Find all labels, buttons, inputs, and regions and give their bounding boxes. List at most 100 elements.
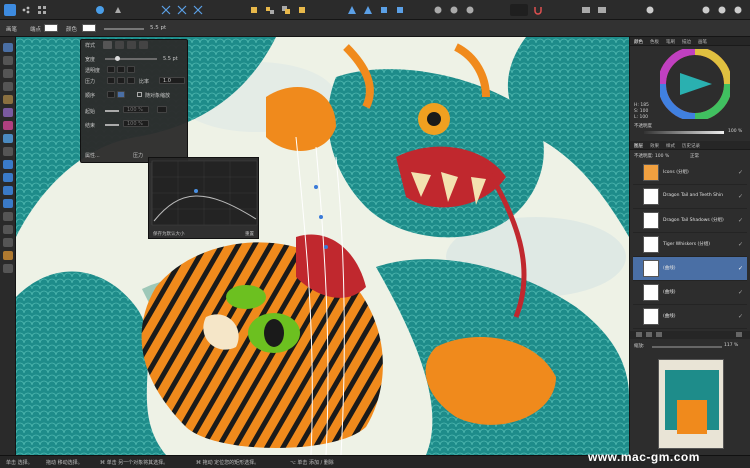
hand-tool-icon[interactable]	[3, 251, 13, 260]
end-arrow-icon[interactable]	[105, 124, 119, 126]
rectangle-tool-icon[interactable]	[3, 160, 13, 169]
layer-row[interactable]: Tiger Whiskers (分组) ✓	[633, 233, 747, 257]
scale-checkbox[interactable]	[137, 92, 142, 97]
cap-round-icon[interactable]	[117, 66, 125, 73]
tab-layers[interactable]: 图层	[634, 143, 643, 149]
persona-designer-icon[interactable]	[94, 4, 106, 16]
transform-icon[interactable]	[160, 4, 172, 16]
zoom-slider[interactable]	[652, 346, 722, 348]
style-tab[interactable]: 样式	[85, 42, 95, 49]
order-front-icon[interactable]	[117, 91, 125, 98]
order-behind-icon[interactable]	[107, 91, 115, 98]
zoom-value[interactable]: 117 %	[724, 343, 738, 348]
ratio-value[interactable]: 1.0	[163, 78, 171, 84]
width-knob[interactable]	[115, 56, 120, 61]
visibility-check-icon[interactable]: ✓	[738, 169, 743, 176]
layer-row[interactable]: (曲线) ✓	[633, 281, 747, 305]
visibility-check-icon[interactable]: ✓	[738, 217, 743, 224]
tab-brush[interactable]: 画笔	[698, 39, 707, 45]
blend-mode-select[interactable]: 正常	[690, 153, 699, 159]
join-bevel-icon[interactable]	[127, 77, 135, 84]
stroke-dash-icon[interactable]	[127, 41, 136, 49]
grid-icon[interactable]	[36, 4, 48, 16]
pen-tool-icon[interactable]	[3, 82, 13, 91]
size-value[interactable]: 5.5 pt	[150, 25, 166, 31]
node-tool-icon[interactable]	[3, 56, 13, 65]
corner-tool-icon[interactable]	[3, 69, 13, 78]
tab-styles[interactable]: 样式	[666, 143, 675, 149]
brush-tool-icon[interactable]	[3, 108, 13, 117]
opacity-slider[interactable]	[644, 131, 724, 134]
preview-icon[interactable]	[596, 4, 608, 16]
color-wheel[interactable]	[660, 49, 730, 119]
opacity-value[interactable]: 100 %	[728, 129, 742, 134]
layer-row-selected[interactable]: (曲线) ✓	[633, 257, 747, 281]
size-slider[interactable]	[104, 28, 144, 30]
vector-crop-tool-icon[interactable]	[3, 238, 13, 247]
stroke-swatch[interactable]	[44, 24, 58, 32]
stroke-solid-icon[interactable]	[115, 41, 124, 49]
align-icon[interactable]	[248, 4, 260, 16]
app-logo-icon[interactable]	[4, 4, 16, 16]
ellipse-tool-icon[interactable]	[3, 173, 13, 182]
fill-swatch[interactable]	[82, 24, 96, 32]
zoom-tool-icon[interactable]	[3, 264, 13, 273]
layer-row[interactable]: Dragon Tail and Teeth Shin ✓	[633, 185, 747, 209]
flip-horizontal-icon[interactable]	[346, 4, 358, 16]
add-layer-icon[interactable]	[636, 332, 642, 337]
boolean-intersect-icon[interactable]	[464, 4, 476, 16]
cap-square-icon[interactable]	[127, 66, 135, 73]
cap-butt-icon[interactable]	[107, 66, 115, 73]
move-tool-icon[interactable]	[3, 43, 13, 52]
share-icon[interactable]	[20, 4, 32, 16]
corner-icon[interactable]	[192, 4, 204, 16]
text-tool-icon[interactable]	[3, 212, 13, 221]
stroke-brush-icon[interactable]	[139, 41, 148, 49]
distribute-icon[interactable]	[264, 4, 276, 16]
navigator-thumbnail[interactable]	[658, 359, 724, 449]
pressure-curve-graph[interactable]	[150, 159, 259, 227]
delete-layer-icon[interactable]	[736, 332, 742, 337]
layer-opacity-label[interactable]: 不透明度: 100 %	[634, 153, 669, 159]
width-value[interactable]: 5.5 pt	[163, 56, 178, 62]
join-round-icon[interactable]	[117, 77, 125, 84]
join-miter-icon[interactable]	[107, 77, 115, 84]
transparency-tool-icon[interactable]	[3, 134, 13, 143]
visibility-check-icon[interactable]: ✓	[738, 289, 743, 296]
fill-tool-icon[interactable]	[3, 121, 13, 130]
persona-pixel-icon[interactable]	[112, 4, 124, 16]
tab-brushes[interactable]: 笔刷	[666, 39, 675, 45]
layer-row[interactable]: Icons (分组) ✓	[633, 161, 747, 185]
frame-text-tool-icon[interactable]	[3, 225, 13, 234]
tab-stroke[interactable]: 描边	[682, 39, 691, 45]
stroke-none-icon[interactable]	[103, 41, 112, 49]
user-icon[interactable]	[700, 4, 712, 16]
triangle-tool-icon[interactable]	[3, 199, 13, 208]
tab-effects[interactable]: 效果	[650, 143, 659, 149]
visibility-check-icon[interactable]: ✓	[738, 313, 743, 320]
layer-row[interactable]: Dragon Tail Shadows (分组) ✓	[633, 209, 747, 233]
visibility-check-icon[interactable]: ✓	[738, 193, 743, 200]
magnet-icon[interactable]	[532, 4, 544, 16]
reset-button[interactable]: 重置	[245, 231, 254, 237]
adjustment-icon[interactable]	[656, 332, 662, 337]
mask-icon[interactable]	[646, 332, 652, 337]
tab-history[interactable]: 历史记录	[682, 143, 700, 149]
boolean-add-icon[interactable]	[432, 4, 444, 16]
help-icon[interactable]	[732, 4, 744, 16]
boolean-subtract-icon[interactable]	[448, 4, 460, 16]
order-icon[interactable]	[296, 4, 308, 16]
properties-tab[interactable]: 属性...	[85, 152, 100, 159]
pressure-tab[interactable]: 压力	[133, 152, 143, 159]
crop-tool-icon[interactable]	[3, 147, 13, 156]
flip-vertical-icon[interactable]	[362, 4, 374, 16]
visibility-check-icon[interactable]: ✓	[738, 265, 743, 272]
layer-row[interactable]: (曲线) ✓	[633, 305, 747, 329]
rotate-icon[interactable]	[378, 4, 390, 16]
pencil-tool-icon[interactable]	[3, 95, 13, 104]
assistant-icon[interactable]	[644, 4, 656, 16]
snapping-toggle[interactable]	[510, 4, 528, 16]
view-mode-icon[interactable]	[580, 4, 592, 16]
save-default-button[interactable]: 保存为默认大小	[153, 231, 185, 237]
width-slider[interactable]	[105, 58, 157, 60]
